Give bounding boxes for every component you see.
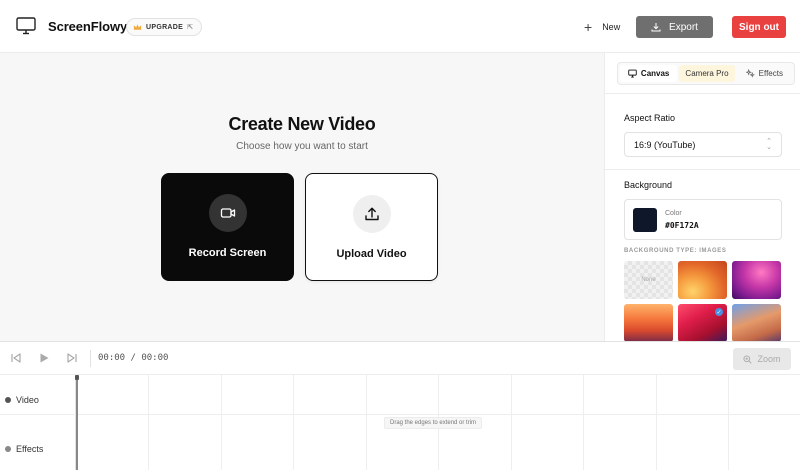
grid-line <box>511 375 512 470</box>
new-label: New <box>602 22 621 32</box>
upload-icon-circle <box>352 195 391 233</box>
background-label: Background <box>624 180 673 190</box>
zoom-in-icon <box>743 354 753 364</box>
grid-line <box>583 375 584 470</box>
sidebar-divider <box>605 93 800 94</box>
canvas-area: Create New Video Choose how you want to … <box>0 53 604 341</box>
tab-effects[interactable]: Effects <box>737 65 792 82</box>
grid-line <box>221 375 222 470</box>
brand-name: ScreenFlowy <box>48 19 128 34</box>
background-color-picker[interactable]: Color #0F172A <box>624 199 782 240</box>
background-image-none[interactable]: None <box>624 261 673 299</box>
plus-icon: + <box>584 19 593 35</box>
new-button[interactable]: + New <box>584 17 620 37</box>
background-image-thumb[interactable] <box>732 261 781 299</box>
record-screen-card[interactable]: Record Screen <box>161 173 294 281</box>
download-icon <box>651 23 661 32</box>
tab-camera-pro[interactable]: Camera Pro <box>679 65 735 82</box>
tab-canvas-label: Canvas <box>640 69 670 78</box>
record-icon-circle <box>208 194 247 232</box>
upgrade-label: UPGRADE <box>146 23 184 31</box>
skip-forward-icon[interactable] <box>66 352 78 364</box>
aspect-ratio-label: Aspect Ratio <box>624 113 676 123</box>
sidebar-tabs: Canvas Camera Pro Effects <box>617 62 795 85</box>
playhead-handle[interactable] <box>75 375 79 380</box>
track-label-effects: Effects <box>5 444 43 454</box>
track-video-label: Video <box>16 395 39 405</box>
zoom-button[interactable]: Zoom <box>733 348 791 370</box>
timeline-hint: Drag the edges to extend or trim <box>384 417 483 429</box>
color-caption: Color <box>665 210 682 217</box>
track-label-video: Video <box>5 395 39 405</box>
check-icon: ✓ <box>715 308 723 316</box>
upload-icon <box>364 207 379 221</box>
aspect-ratio-select[interactable]: 16:9 (YouTube) ⌃ ⌄ <box>624 132 782 157</box>
track-dot-icon <box>5 446 11 452</box>
timecode: 00:00 / 00:00 <box>98 353 169 363</box>
sidebar-divider <box>605 169 800 170</box>
background-image-thumb[interactable] <box>624 304 673 341</box>
page-title: Create New Video <box>228 114 376 134</box>
none-label: None <box>641 277 656 283</box>
export-label: Export <box>669 21 698 33</box>
camera-icon <box>220 208 235 218</box>
sparkles-icon <box>745 69 755 78</box>
page-subtitle: Choose how you want to start <box>236 141 368 152</box>
tab-canvas[interactable]: Canvas <box>620 65 678 82</box>
playhead[interactable] <box>76 375 78 470</box>
record-screen-label: Record Screen <box>188 247 267 259</box>
background-image-thumb-selected[interactable]: ✓ <box>678 304 727 341</box>
background-image-thumb[interactable] <box>678 261 727 299</box>
track-divider <box>0 414 76 415</box>
track-dot-icon <box>5 397 11 403</box>
grid-line <box>656 375 657 470</box>
grid-line <box>148 375 149 470</box>
timeline-grid[interactable]: Drag the edges to extend or trim <box>76 375 800 470</box>
play-icon[interactable] <box>38 352 50 364</box>
tab-camera-pro-label: Camera Pro <box>685 69 729 78</box>
export-button[interactable]: Export <box>636 16 713 38</box>
color-swatch[interactable] <box>633 208 657 232</box>
tab-effects-label: Effects <box>758 69 783 78</box>
upgrade-button[interactable]: UPGRADE ⇱ <box>126 18 203 36</box>
grid-line <box>366 375 367 470</box>
track-labels: Video Effects <box>0 375 76 470</box>
grid-line <box>728 375 729 470</box>
background-type-label: BACKGROUND TYPE: IMAGES <box>624 248 727 254</box>
skip-back-icon[interactable] <box>10 352 22 364</box>
select-chevron-icon: ⌃ ⌄ <box>766 137 772 151</box>
settings-sidebar: Canvas Camera Pro Effects Aspect Ratio 1… <box>604 53 800 341</box>
timeline-tracks: Video Effects Drag the edges to extend o… <box>0 375 800 470</box>
monitor-logo-icon <box>16 17 36 35</box>
sign-out-button[interactable]: Sign out <box>732 16 786 38</box>
toolbar-separator <box>90 350 91 367</box>
track-divider <box>76 414 800 415</box>
upload-video-card[interactable]: Upload Video <box>305 173 438 281</box>
upload-video-label: Upload Video <box>336 248 407 260</box>
crown-icon <box>133 24 142 30</box>
external-arrow-icon: ⇱ <box>187 24 194 31</box>
aspect-ratio-value: 16:9 (YouTube) <box>634 139 696 150</box>
color-hex-value: #0F172A <box>665 221 699 230</box>
app-header: ScreenFlowy UPGRADE ⇱ + New Export Sign … <box>0 0 800 53</box>
track-effects-label: Effects <box>16 444 44 454</box>
zoom-label: Zoom <box>757 354 781 364</box>
monitor-icon <box>628 69 637 78</box>
background-image-thumb[interactable] <box>732 304 781 341</box>
timeline-toolbar: 00:00 / 00:00 Zoom <box>0 341 800 375</box>
grid-line <box>293 375 294 470</box>
